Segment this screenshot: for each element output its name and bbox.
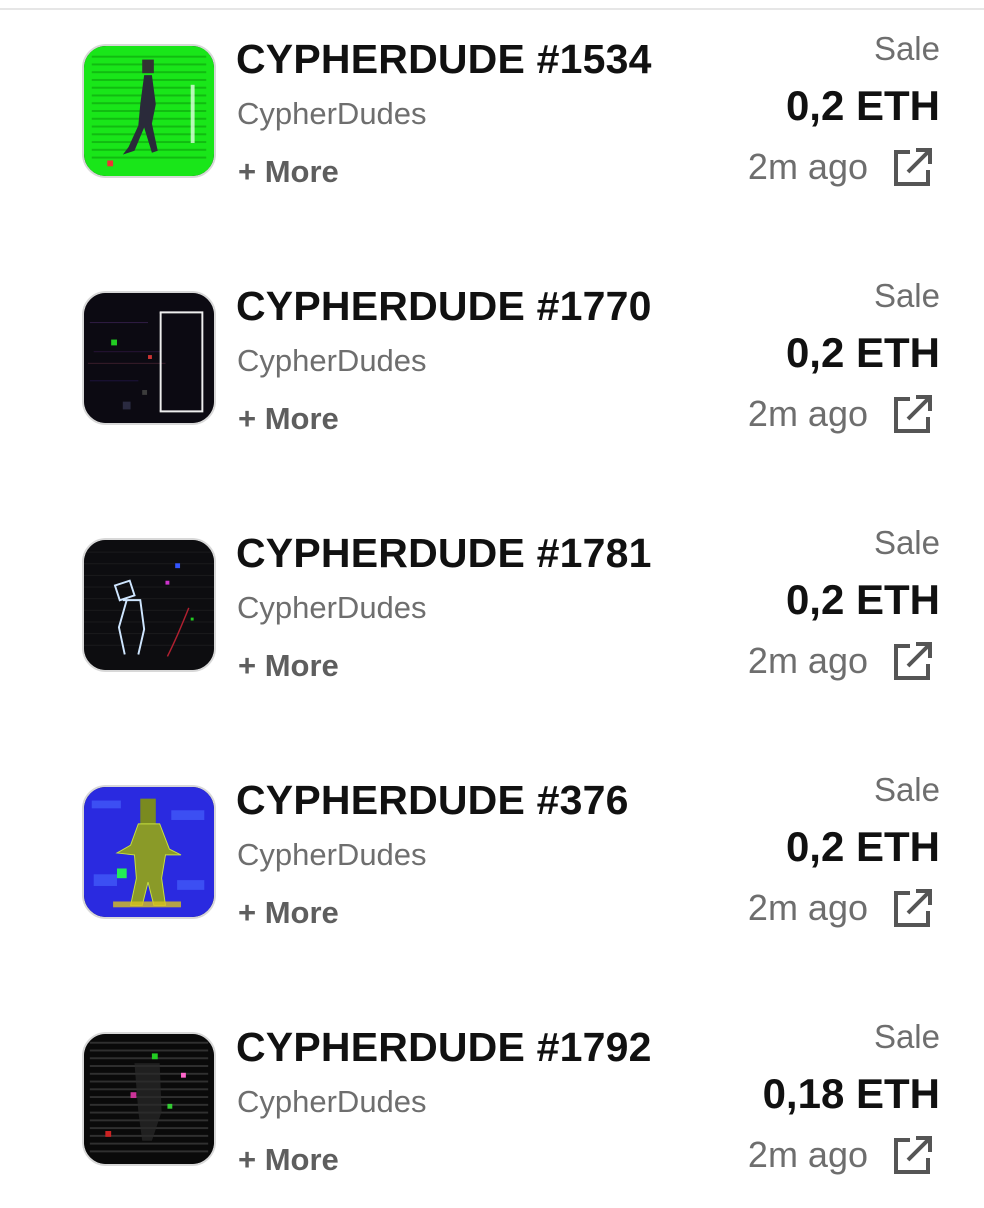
timestamp: 2m ago — [747, 146, 868, 187]
list-item[interactable]: CYPHERDUDE #1792 CypherDudes + More Sale… — [0, 988, 984, 1208]
nft-thumbnail[interactable] — [82, 44, 216, 178]
timestamp: 2m ago — [747, 887, 868, 928]
nft-thumbnail[interactable] — [82, 785, 216, 919]
nft-thumbnail[interactable] — [82, 1032, 216, 1166]
item-title[interactable]: CYPHERDUDE #1792 — [236, 1024, 652, 1071]
nft-thumbnail[interactable] — [82, 538, 216, 672]
external-link-icon[interactable] — [888, 1132, 936, 1180]
nft-thumbnail[interactable] — [82, 291, 216, 425]
more-button[interactable]: + More — [238, 401, 339, 437]
list-item[interactable]: CYPHERDUDE #1770 CypherDudes + More Sale… — [0, 247, 984, 467]
external-link-icon[interactable] — [888, 391, 936, 439]
activity-list: CYPHERDUDE #1534 CypherDudes + More Sale… — [0, 0, 984, 1200]
collection-name[interactable]: CypherDudes — [237, 590, 427, 626]
more-button[interactable]: + More — [238, 895, 339, 931]
price: 0,2 ETH — [785, 82, 940, 129]
collection-name[interactable]: CypherDudes — [237, 837, 427, 873]
nft-image — [84, 1034, 214, 1164]
event-type: Sale — [873, 1018, 940, 1055]
list-item[interactable]: CYPHERDUDE #1534 CypherDudes + More Sale… — [0, 0, 984, 220]
nft-image — [84, 293, 214, 423]
nft-image — [84, 46, 214, 176]
event-type: Sale — [873, 771, 940, 808]
timestamp: 2m ago — [747, 640, 868, 681]
external-link-icon[interactable] — [888, 638, 936, 686]
collection-name[interactable]: CypherDudes — [237, 1084, 427, 1120]
collection-name[interactable]: CypherDudes — [237, 96, 427, 132]
collection-name[interactable]: CypherDudes — [237, 343, 427, 379]
event-type: Sale — [873, 277, 940, 314]
price: 0,2 ETH — [785, 329, 940, 376]
external-link-icon[interactable] — [888, 885, 936, 933]
external-link-icon[interactable] — [888, 144, 936, 192]
more-button[interactable]: + More — [238, 648, 339, 684]
list-item[interactable]: CYPHERDUDE #376 CypherDudes + More Sale … — [0, 741, 984, 961]
timestamp: 2m ago — [747, 393, 868, 434]
item-title[interactable]: CYPHERDUDE #376 — [236, 777, 629, 824]
more-button[interactable]: + More — [238, 1142, 339, 1178]
price: 0,18 ETH — [762, 1070, 940, 1117]
event-type: Sale — [873, 524, 940, 561]
event-type: Sale — [873, 30, 940, 67]
nft-image — [84, 787, 214, 917]
price: 0,2 ETH — [785, 576, 940, 623]
timestamp: 2m ago — [747, 1134, 868, 1175]
item-title[interactable]: CYPHERDUDE #1770 — [236, 283, 652, 330]
item-title[interactable]: CYPHERDUDE #1781 — [236, 530, 652, 577]
nft-image — [84, 540, 214, 670]
item-title[interactable]: CYPHERDUDE #1534 — [236, 36, 652, 83]
list-item[interactable]: CYPHERDUDE #1781 CypherDudes + More Sale… — [0, 494, 984, 714]
more-button[interactable]: + More — [238, 154, 339, 190]
price: 0,2 ETH — [785, 823, 940, 870]
